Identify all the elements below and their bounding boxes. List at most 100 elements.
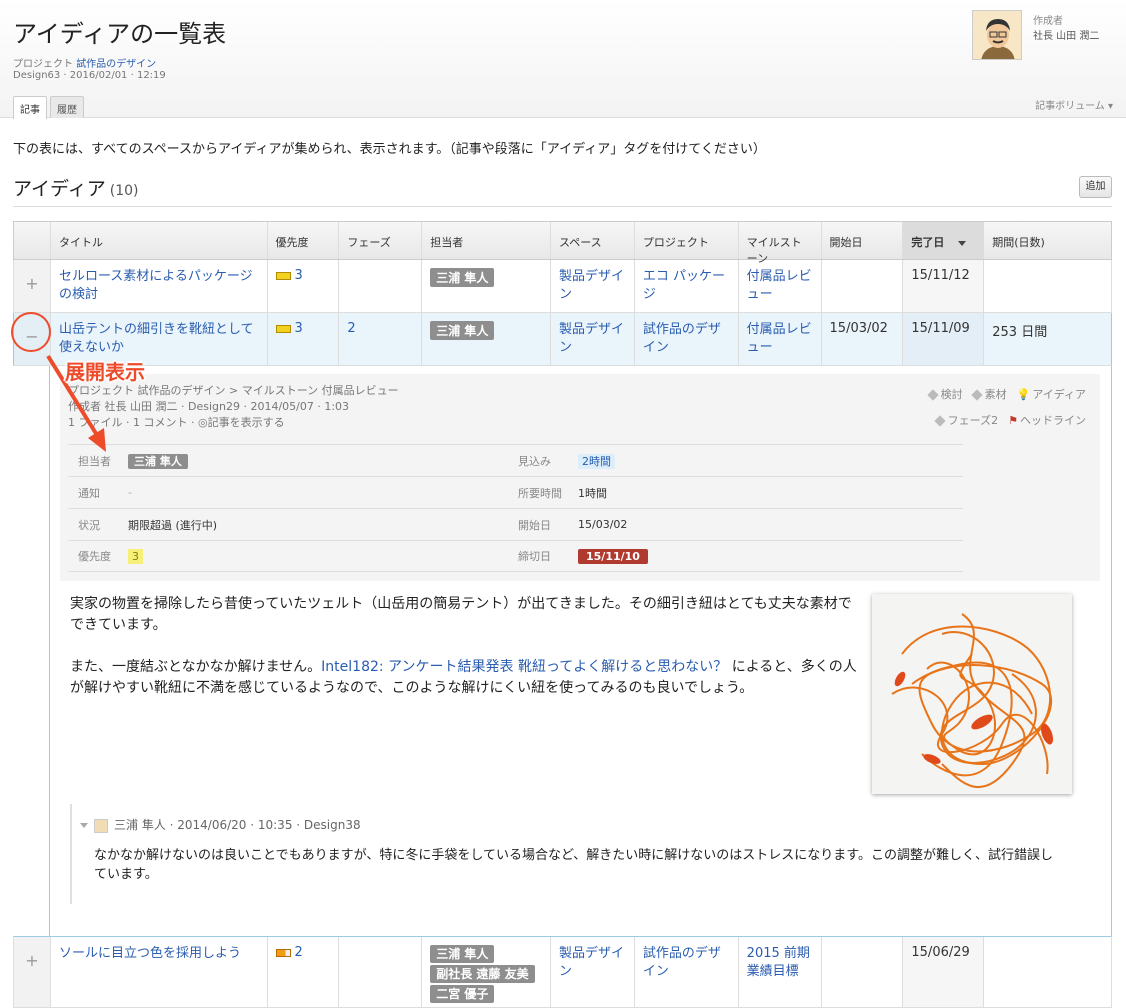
assignee-badge[interactable]: 二宮 優子 [430,985,495,1003]
project-meta: プロジェクト 試作品のデザイン [13,55,156,70]
body-paragraph-1: 実家の物置を掃除したら昔使っていたツェルト（山岳用の簡易テント）が出てきました。… [70,596,852,633]
phase-cell [339,937,423,1007]
section-title-text: アイディア [13,178,106,200]
milestone-link[interactable]: 付属品レビュー [747,269,812,302]
tag-label: 検討 [940,388,963,401]
header-title[interactable]: タイトル [51,222,268,259]
tab-article[interactable]: 記事 [13,96,47,119]
tag-label: ヘッドライン [1020,414,1086,427]
notify-label: 通知 [78,486,100,500]
assignee-badge[interactable]: 三浦 隼人 [430,268,495,287]
milestone-link[interactable]: 付属品レビュー [747,322,812,355]
page-header: アイディアの一覧表 プロジェクト 試作品のデザイン Design63 · 201… [0,0,1126,119]
header-phase[interactable]: フェーズ [339,222,423,259]
space-link[interactable]: 製品デザイン [559,322,624,355]
priority-value[interactable]: 3 [295,268,303,283]
space-link[interactable]: 製品デザイン [559,946,624,979]
tab-bar: 記事 履歴 [13,96,84,119]
expanded-detail-panel: プロジェクト 試作品のデザイン > マイルストーン 付属品レビュー 作成者 社長… [49,366,1112,936]
notify-value: - [128,486,132,499]
table-row-expanded[interactable]: − 山岳テントの細引きを靴紐として使えないか 3 2 三浦 隼人 製品デザイン … [13,313,1112,366]
tag-list: 検討 素材 💡 アイディア [926,386,1086,402]
cord-photo[interactable] [872,594,1072,794]
header-toggle-col [14,222,51,259]
header-milestone[interactable]: マイルストーン [739,222,822,265]
property-row: 通知 - 所要時間 1時間 [68,476,963,508]
author-avatar[interactable] [972,10,1022,60]
property-row: 担当者 三浦 隼人 見込み 2時間 [68,444,963,476]
start-value: 15/03/02 [578,518,628,531]
collapse-icon[interactable] [80,823,88,828]
section-count: (10) [109,183,139,199]
tab-history[interactable]: 履歴 [50,96,84,118]
detail-summary: プロジェクト 試作品のデザイン > マイルストーン 付属品レビュー 作成者 社長… [60,374,1100,581]
end-date-cell: 15/11/12 [903,260,985,312]
tag-icon [934,415,946,427]
detail-attachments[interactable]: 1 ファイル · 1 コメント · ◎記事を表示する [68,414,285,430]
tag-icon [926,389,939,401]
duration-cell [984,260,1111,312]
milestone-link[interactable]: 2015 前期 業績目標 [747,946,810,979]
assignee-badge[interactable]: 副社長 遠藤 友美 [430,965,535,983]
expand-toggle[interactable]: + [14,260,51,312]
header-end-date[interactable]: 完了日 [903,222,985,259]
priority-icon [275,271,291,280]
tag-icon [970,389,983,401]
tag-item[interactable]: フェーズ2 [934,412,998,428]
assignee-badge[interactable]: 三浦 隼人 [430,321,495,340]
priority-value[interactable]: 3 [295,321,303,336]
spent-value: 1時間 [578,486,607,500]
lightbulb-icon: 💡 [1016,388,1031,401]
commenter-avatar[interactable] [94,818,108,833]
header-project[interactable]: プロジェクト [635,222,739,259]
intro-text: 下の表には、すべてのスペースからアイディアが集められ、表示されます。（記事や段落… [13,142,766,157]
header-priority[interactable]: 優先度 [268,222,340,259]
tag-item[interactable]: ⚑ ヘッドライン [1008,412,1086,428]
table-row[interactable]: + ソールに目立つ色を採用しよう 2 三浦 隼人 副社長 遠藤 友美 二宮 優子… [13,936,1112,1008]
priority-icon [275,948,291,957]
end-date-cell: 15/06/29 [903,937,985,1007]
author-label: 作成者 [1033,16,1063,27]
space-link[interactable]: 製品デザイン [559,269,624,302]
table-row[interactable]: + セルロース素材によるパッケージの検討 3 三浦 隼人 製品デザイン エコ パ… [13,260,1112,313]
assignee-badge[interactable]: 三浦 隼人 [128,453,188,469]
project-link[interactable]: エコ パッケージ [643,269,725,302]
header-assignee[interactable]: 担当者 [422,222,551,259]
tag-item[interactable]: 💡 アイディア [1017,386,1086,402]
header-start-date[interactable]: 開始日 [822,222,904,259]
start-label: 開始日 [518,518,551,532]
add-button[interactable]: 追加 [1079,176,1112,198]
tag-item[interactable]: 素材 [970,386,1007,402]
start-date-cell [822,260,904,312]
intel-link[interactable]: Intel182: アンケート結果発表 靴紐ってよく解けると思わない？ [321,659,727,675]
project-link[interactable]: 試作品のデザイン [643,946,721,979]
row-title-link[interactable]: セルロース素材によるパッケージの検討 [59,269,253,302]
start-date-cell: 15/03/02 [822,313,904,365]
author-name[interactable]: 社長 山田 潤二 [1033,27,1099,42]
phase-cell [339,260,423,312]
project-link[interactable]: 試作品のデザイン [76,59,156,70]
tag-label: アイディア [1032,388,1086,401]
due-badge: 15/11/10 [578,548,648,564]
author-avatar-image [973,11,1021,59]
priority-value[interactable]: 2 [295,945,303,960]
row-title-link[interactable]: 山岳テントの細引きを靴紐として使えないか [59,322,254,355]
header-duration[interactable]: 期間(日数) [984,222,1111,259]
phase-link[interactable]: 2 [347,321,355,336]
tag-item[interactable]: 検討 [926,386,963,402]
property-row: 状況 期限超過 (進行中) 開始日 15/03/02 [68,508,963,540]
priority-icon [275,324,291,333]
due-label: 締切日 [518,550,551,563]
sort-desc-icon [958,240,967,246]
header-space[interactable]: スペース [551,222,635,259]
article-volume-menu[interactable]: 記事ボリューム ▾ [1035,97,1113,112]
chevron-down-icon: ▾ [1107,101,1113,112]
tag-list-2: フェーズ2 ⚑ ヘッドライン [934,412,1086,428]
row-title-link[interactable]: ソールに目立つ色を採用しよう [59,946,241,961]
estimate-label: 見込み [518,454,551,468]
article-body: 実家の物置を掃除したら昔使っていたツェルト（山岳用の簡易テント）が出てきました。… [70,594,860,720]
expand-toggle[interactable]: + [14,937,51,1007]
start-date-cell [822,937,904,1007]
assignee-badge[interactable]: 三浦 隼人 [430,945,495,963]
project-link[interactable]: 試作品のデザイン [643,322,721,355]
